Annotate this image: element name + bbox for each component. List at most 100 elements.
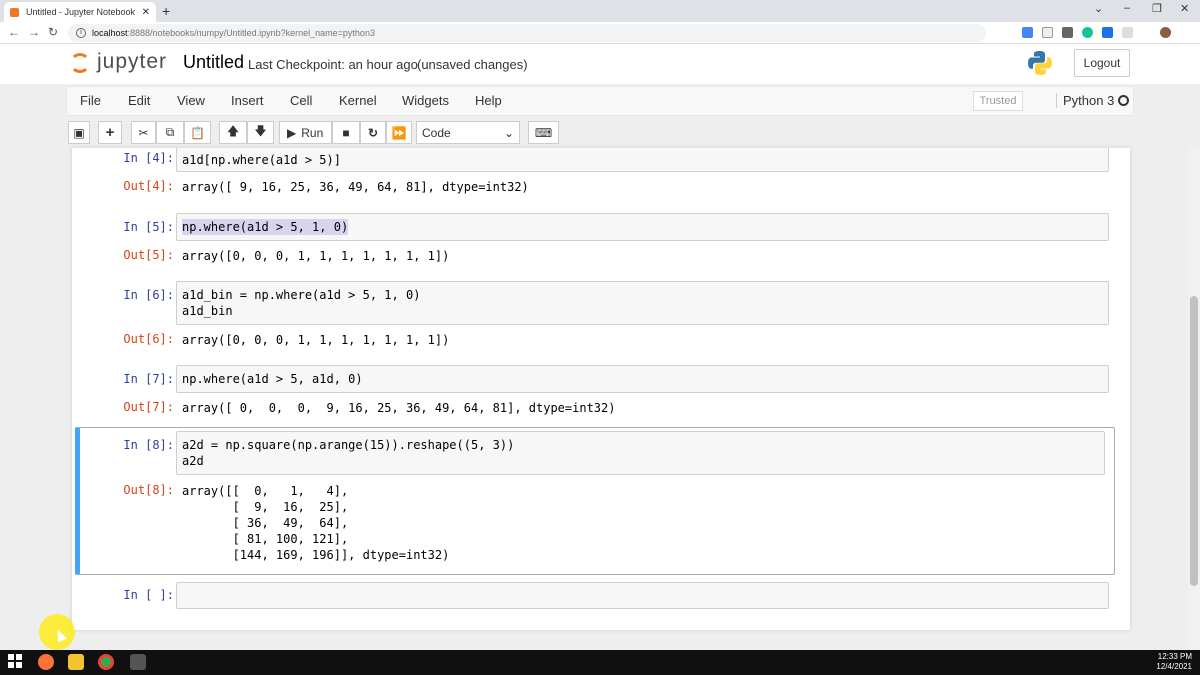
run-button[interactable]: ▶ Run: [279, 121, 332, 144]
file-explorer-icon[interactable]: [68, 654, 84, 670]
code-input[interactable]: a1d_bin = np.where(a1d > 5, 1, 0) a1d_bi…: [176, 281, 1109, 325]
back-arrow-icon[interactable]: ←: [8, 25, 20, 39]
url-input[interactable]: i localhost:8888/notebooks/numpy/Untitle…: [68, 24, 986, 42]
code-input[interactable]: [176, 582, 1109, 609]
translate-extension-icon[interactable]: [1102, 27, 1113, 38]
code-cell[interactable]: In [4]: a1d[np.where(a1d > 5)] Out[4]: a…: [72, 148, 1130, 206]
output-prompt: Out[8]:: [123, 483, 174, 497]
menu-edit[interactable]: Edit: [128, 93, 150, 108]
minimize-button[interactable]: –: [1124, 2, 1130, 14]
command-palette-button[interactable]: ⌨: [528, 121, 559, 144]
insert-cell-button[interactable]: +: [98, 121, 122, 144]
save-icon: ▣: [73, 125, 85, 140]
menu-widgets[interactable]: Widgets: [402, 93, 449, 108]
move-down-button[interactable]: 🡇: [247, 121, 274, 144]
jupyter-logo-text[interactable]: jupyter: [97, 50, 167, 74]
code-cell[interactable]: In [5]: np.where(a1d > 5, 1, 0) Out[5]: …: [72, 212, 1130, 272]
code-text: a1d_bin = np.where(a1d > 5, 1, 0) a1d_bi…: [182, 288, 421, 318]
menu-kernel[interactable]: Kernel: [339, 93, 377, 108]
profile-avatar[interactable]: [1160, 27, 1171, 38]
tab-search-icon[interactable]: ⌄: [1094, 2, 1103, 15]
cut-button[interactable]: ✂: [131, 121, 156, 144]
document-extension-icon[interactable]: [1042, 27, 1053, 38]
jupyter-favicon-icon: [10, 7, 19, 17]
paste-button[interactable]: 📋: [184, 121, 211, 144]
new-tab-button[interactable]: +: [162, 3, 170, 19]
firefox-icon[interactable]: [38, 654, 54, 670]
grammarly-extension-icon[interactable]: [1082, 27, 1093, 38]
output-prompt: Out[5]:: [123, 248, 174, 262]
reload-icon[interactable]: ↻: [48, 25, 58, 39]
screen-extension-icon[interactable]: [1062, 27, 1073, 38]
site-info-icon[interactable]: i: [76, 28, 86, 38]
app-window-icon[interactable]: [130, 654, 146, 670]
notebook-name[interactable]: Untitled: [183, 52, 244, 73]
browser-tab[interactable]: Untitled - Jupyter Notebook ✕: [4, 2, 156, 22]
chrome-icon[interactable]: [98, 654, 114, 670]
arrow-up-icon: 🡅: [226, 124, 240, 138]
plus-icon: +: [105, 124, 115, 141]
clock-time: 12:33 PM: [1157, 652, 1192, 661]
stop-icon: ■: [342, 125, 350, 140]
code-input[interactable]: a2d = np.square(np.arange(15)).reshape((…: [176, 431, 1105, 475]
code-text: a1d[np.where(a1d > 5)]: [182, 153, 341, 167]
input-prompt: In [5]:: [123, 220, 174, 234]
logout-button[interactable]: Logout: [1074, 49, 1130, 77]
windows-start-icon[interactable]: [8, 654, 24, 670]
page-scrollbar[interactable]: [1188, 148, 1200, 650]
code-cell[interactable]: In [6]: a1d_bin = np.where(a1d > 5, 1, 0…: [72, 280, 1130, 356]
scrollbar-thumb[interactable]: [1190, 296, 1198, 586]
input-prompt: In [ ]:: [123, 588, 174, 602]
menu-file[interactable]: File: [80, 93, 101, 108]
input-prompt: In [4]:: [123, 151, 174, 165]
clock-date: 12/4/2021: [1156, 662, 1192, 671]
maximize-button[interactable]: ❐: [1152, 2, 1162, 15]
code-input[interactable]: a1d[np.where(a1d > 5)]: [176, 148, 1109, 172]
windows-taskbar: 12:33 PM 12/4/2021: [0, 650, 1200, 675]
menu-help[interactable]: Help: [475, 93, 502, 108]
cell-type-value: Code: [422, 125, 451, 140]
copy-icon: ⧉: [165, 125, 175, 139]
restart-button[interactable]: ↻: [360, 121, 386, 144]
paste-icon: 📋: [190, 125, 205, 140]
input-prompt: In [7]:: [123, 372, 174, 386]
menu-cell[interactable]: Cell: [290, 93, 312, 108]
system-clock[interactable]: 12:33 PM 12/4/2021: [1156, 652, 1192, 672]
code-cell[interactable]: In [7]: np.where(a1d > 5, a1d, 0) Out[7]…: [72, 364, 1130, 424]
output-text: array([[ 0, 1, 4], [ 9, 16, 25], [ 36, 4…: [182, 484, 450, 562]
jupyter-logo-icon[interactable]: [70, 53, 90, 73]
input-prompt: In [6]:: [123, 288, 174, 302]
drive-extension-icon[interactable]: [1022, 27, 1033, 38]
copy-button[interactable]: ⧉: [156, 121, 184, 144]
code-cell[interactable]: In [ ]:: [72, 582, 1130, 612]
code-input[interactable]: np.where(a1d > 5, 1, 0): [176, 213, 1109, 241]
kernel-idle-icon: [1118, 95, 1129, 106]
trusted-indicator[interactable]: Trusted: [973, 91, 1023, 111]
menu-view[interactable]: View: [177, 93, 205, 108]
output-prompt: Out[4]:: [123, 179, 174, 193]
forward-arrow-icon[interactable]: →: [28, 25, 40, 39]
close-window-button[interactable]: ✕: [1180, 2, 1189, 15]
restart-icon: ↻: [367, 125, 379, 140]
chevron-down-icon: ⌄: [503, 125, 514, 140]
output-prompt: Out[6]:: [123, 332, 174, 346]
code-cell[interactable]: In [8]: a2d = np.square(np.arange(15)).r…: [72, 430, 1130, 574]
url-host: localhost: [92, 28, 128, 38]
output-text: array([0, 0, 0, 1, 1, 1, 1, 1, 1, 1]): [182, 249, 450, 263]
code-input[interactable]: np.where(a1d > 5, a1d, 0): [176, 365, 1109, 393]
tab-close-icon[interactable]: ✕: [142, 7, 150, 18]
unsaved-status: (unsaved changes): [417, 57, 528, 72]
cell-type-select[interactable]: Code ⌄: [416, 121, 520, 144]
move-up-button[interactable]: 🡅: [219, 121, 247, 144]
checkpoint-status: Last Checkpoint: an hour ago: [248, 57, 418, 72]
keyboard-icon: ⌨: [534, 125, 553, 140]
restart-run-all-button[interactable]: ⏩: [386, 121, 412, 144]
output-text: array([ 9, 16, 25, 36, 49, 64, 81], dtyp…: [182, 180, 529, 194]
interrupt-button[interactable]: ■: [332, 121, 360, 144]
puzzle-extension-icon[interactable]: [1122, 27, 1133, 38]
kernel-name[interactable]: Python 3: [1056, 93, 1114, 108]
output-text: array([0, 0, 0, 1, 1, 1, 1, 1, 1, 1]): [182, 333, 450, 347]
save-button[interactable]: ▣: [68, 121, 90, 144]
menu-insert[interactable]: Insert: [231, 93, 264, 108]
code-text: np.where(a1d > 5, 1, 0): [182, 219, 349, 235]
